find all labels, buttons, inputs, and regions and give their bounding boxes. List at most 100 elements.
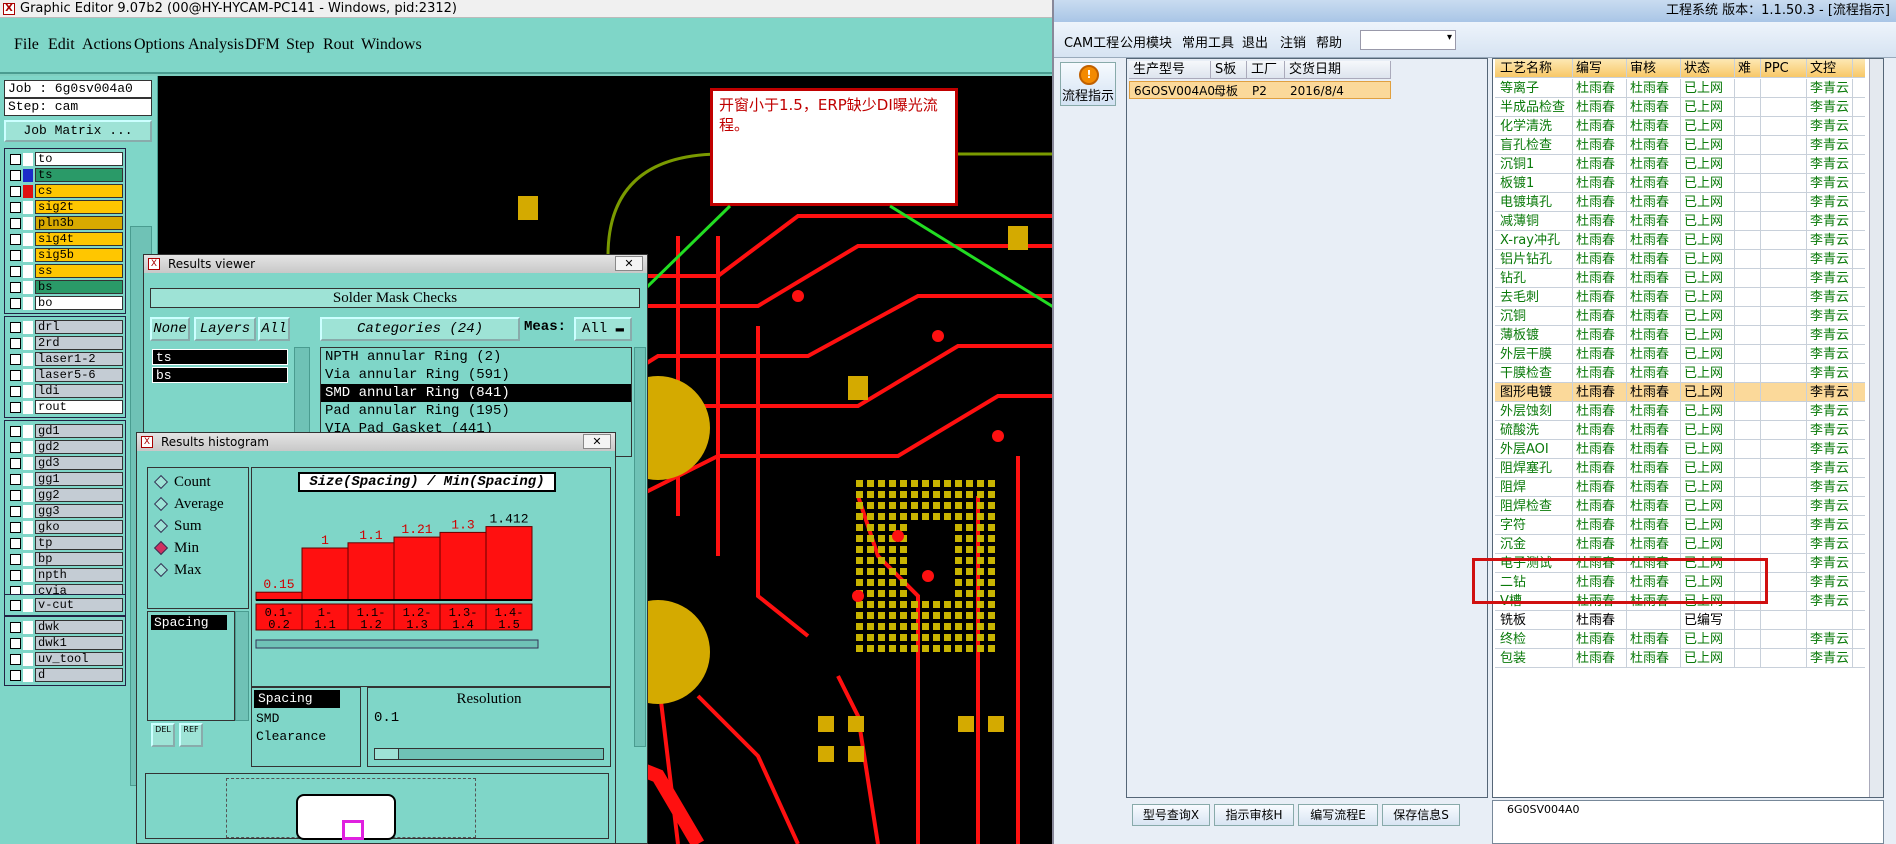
layer-row-cs[interactable]: cs xyxy=(7,183,123,199)
option-max[interactable]: Max xyxy=(153,560,202,580)
type-item[interactable]: Clearance xyxy=(252,728,360,746)
layer-checkbox[interactable] xyxy=(10,441,21,453)
layer-row-gd3[interactable]: gd3 xyxy=(7,455,123,471)
product-row[interactable]: 6GOSV004A0 母板 P2 2016/8/4 xyxy=(1129,81,1391,99)
layer-row-gd1[interactable]: gd1 xyxy=(7,423,123,439)
layer-checkbox[interactable] xyxy=(10,153,21,165)
histogram-bar[interactable] xyxy=(301,547,349,601)
option-count[interactable]: Count xyxy=(153,472,211,492)
layer-checkbox[interactable] xyxy=(10,537,21,549)
cam-action-button[interactable]: 指示审核H xyxy=(1214,804,1294,826)
layer-row-bp[interactable]: bp xyxy=(7,551,123,567)
process-row[interactable]: 电镀填孔 杜雨春 杜雨春 已上网 李青云 xyxy=(1495,193,1865,212)
process-row[interactable]: 字符 杜雨春 杜雨春 已上网 李青云 xyxy=(1495,516,1865,535)
cam-menu-item[interactable]: 公用模块 xyxy=(1120,32,1172,51)
histogram-bar[interactable] xyxy=(439,531,487,601)
cam-menu-item[interactable]: 退出 xyxy=(1242,32,1268,51)
layer-checkbox[interactable] xyxy=(10,553,21,565)
menu-dfm[interactable]: DFM xyxy=(245,36,280,54)
type-item[interactable]: SMD xyxy=(252,710,360,728)
category-item[interactable]: NPTH annular Ring (2) xyxy=(321,348,631,366)
process-row[interactable]: 干膜检查 杜雨春 杜雨春 已上网 李青云 xyxy=(1495,364,1865,383)
process-row[interactable]: 外层蚀刻 杜雨春 杜雨春 已上网 李青云 xyxy=(1495,402,1865,421)
menu-windows[interactable]: Windows xyxy=(361,36,422,54)
layer-checkbox[interactable] xyxy=(10,297,21,309)
layer-row-npth[interactable]: npth xyxy=(7,567,123,583)
close-button[interactable]: ✕ xyxy=(583,434,611,449)
process-column-header[interactable]: 难 xyxy=(1735,59,1761,78)
layer-checkbox[interactable] xyxy=(10,337,21,349)
process-row[interactable]: 沉铜1 杜雨春 杜雨春 已上网 李青云 xyxy=(1495,155,1865,174)
layer-checkbox[interactable] xyxy=(10,385,21,397)
process-column-header[interactable]: 文控 xyxy=(1807,59,1853,78)
product-column-header[interactable]: 工厂 xyxy=(1247,61,1285,79)
layer-row-ldi[interactable]: ldi xyxy=(7,383,123,399)
menu-edit[interactable]: Edit xyxy=(48,36,75,54)
category-scrollbar[interactable] xyxy=(634,347,646,747)
layer-row-ss[interactable]: ss xyxy=(7,263,123,279)
process-row[interactable]: 包装 杜雨春 杜雨春 已上网 李青云 xyxy=(1495,649,1865,668)
layer-row-sig5b[interactable]: sig5b xyxy=(7,247,123,263)
process-row[interactable]: 铣板 杜雨春 已编写 xyxy=(1495,611,1865,630)
menu-analysis[interactable]: Analysis xyxy=(188,36,244,54)
layer-row-laser5-6[interactable]: laser5-6 xyxy=(7,367,123,383)
process-row[interactable]: 半成品检查 杜雨春 杜雨春 已上网 李青云 xyxy=(1495,98,1865,117)
measure-scrollbar[interactable] xyxy=(235,611,249,721)
layer-checkbox[interactable] xyxy=(10,489,21,501)
layer-checkbox[interactable] xyxy=(10,321,21,333)
layer-row-pln3b[interactable]: pln3b xyxy=(7,215,123,231)
layer-checkbox[interactable] xyxy=(10,521,21,533)
category-item[interactable]: Via annular Ring (591) xyxy=(321,366,631,384)
process-row[interactable]: 减薄铜 杜雨春 杜雨春 已上网 李青云 xyxy=(1495,212,1865,231)
process-row[interactable]: 去毛刺 杜雨春 杜雨春 已上网 李青云 xyxy=(1495,288,1865,307)
layer-row-dwk1[interactable]: dwk1 xyxy=(7,635,123,651)
cam-action-button[interactable]: 保存信息S xyxy=(1382,804,1460,826)
layer-row-uv_tool[interactable]: uv_tool xyxy=(7,651,123,667)
result-layer-item[interactable]: ts xyxy=(152,349,288,365)
process-row[interactable]: 板镀1 杜雨春 杜雨春 已上网 李青云 xyxy=(1495,174,1865,193)
option-sum[interactable]: Sum xyxy=(153,516,202,536)
category-item[interactable]: SMD annular Ring (841) xyxy=(321,384,631,402)
layer-checkbox[interactable] xyxy=(10,637,21,649)
process-row[interactable]: 等离子 杜雨春 杜雨春 已上网 李青云 xyxy=(1495,79,1865,98)
cam-action-button[interactable]: 型号查询X xyxy=(1132,804,1210,826)
process-column-header[interactable]: 审核 xyxy=(1627,59,1681,78)
process-row[interactable]: 外层AOI 杜雨春 杜雨春 已上网 李青云 xyxy=(1495,440,1865,459)
process-row[interactable]: 终检 杜雨春 杜雨春 已上网 李青云 xyxy=(1495,630,1865,649)
layer-checkbox[interactable] xyxy=(10,265,21,277)
layer-row-dwk[interactable]: dwk xyxy=(7,619,123,635)
layer-checkbox[interactable] xyxy=(10,217,21,229)
slider-thumb[interactable] xyxy=(375,749,399,759)
cam-action-button[interactable]: 编写流程E xyxy=(1298,804,1378,826)
layer-checkbox[interactable] xyxy=(10,569,21,581)
layer-row-gg2[interactable]: gg2 xyxy=(7,487,123,503)
layer-row-gg1[interactable]: gg1 xyxy=(7,471,123,487)
layer-checkbox[interactable] xyxy=(10,369,21,381)
layer-row-sig2t[interactable]: sig2t xyxy=(7,199,123,215)
layer-checkbox[interactable] xyxy=(10,353,21,365)
layer-row-laser1-2[interactable]: laser1-2 xyxy=(7,351,123,367)
categories-button[interactable]: Categories (24) xyxy=(320,317,520,341)
layer-row-gd2[interactable]: gd2 xyxy=(7,439,123,455)
process-row[interactable]: 外层干膜 杜雨春 杜雨春 已上网 李青云 xyxy=(1495,345,1865,364)
layer-checkbox[interactable] xyxy=(10,401,21,413)
layer-checkbox[interactable] xyxy=(10,169,21,181)
chart-scrollbar[interactable] xyxy=(255,639,539,649)
process-row[interactable]: 化学清洗 杜雨春 杜雨春 已上网 李青云 xyxy=(1495,117,1865,136)
type-item[interactable]: Spacing xyxy=(254,690,340,708)
layer-row-bs[interactable]: bs xyxy=(7,279,123,295)
layer-checkbox[interactable] xyxy=(10,233,21,245)
product-column-header[interactable]: S板 xyxy=(1211,61,1247,79)
result-layer-item[interactable]: bs xyxy=(152,367,288,383)
layer-checkbox[interactable] xyxy=(10,201,21,213)
option-average[interactable]: Average xyxy=(153,494,224,514)
process-column-header[interactable]: 状态 xyxy=(1681,59,1735,78)
process-row[interactable]: 图形电镀 杜雨春 杜雨春 已上网 李青云 xyxy=(1495,383,1865,402)
layer-checkbox[interactable] xyxy=(10,473,21,485)
ref-button[interactable]: REF xyxy=(179,723,203,747)
category-item[interactable]: Pad annular Ring (195) xyxy=(321,402,631,420)
product-column-header[interactable]: 生产型号 xyxy=(1129,61,1211,79)
process-row[interactable]: 钻孔 杜雨春 杜雨春 已上网 李青云 xyxy=(1495,269,1865,288)
layer-checkbox[interactable] xyxy=(10,425,21,437)
menu-step[interactable]: Step xyxy=(286,36,314,54)
